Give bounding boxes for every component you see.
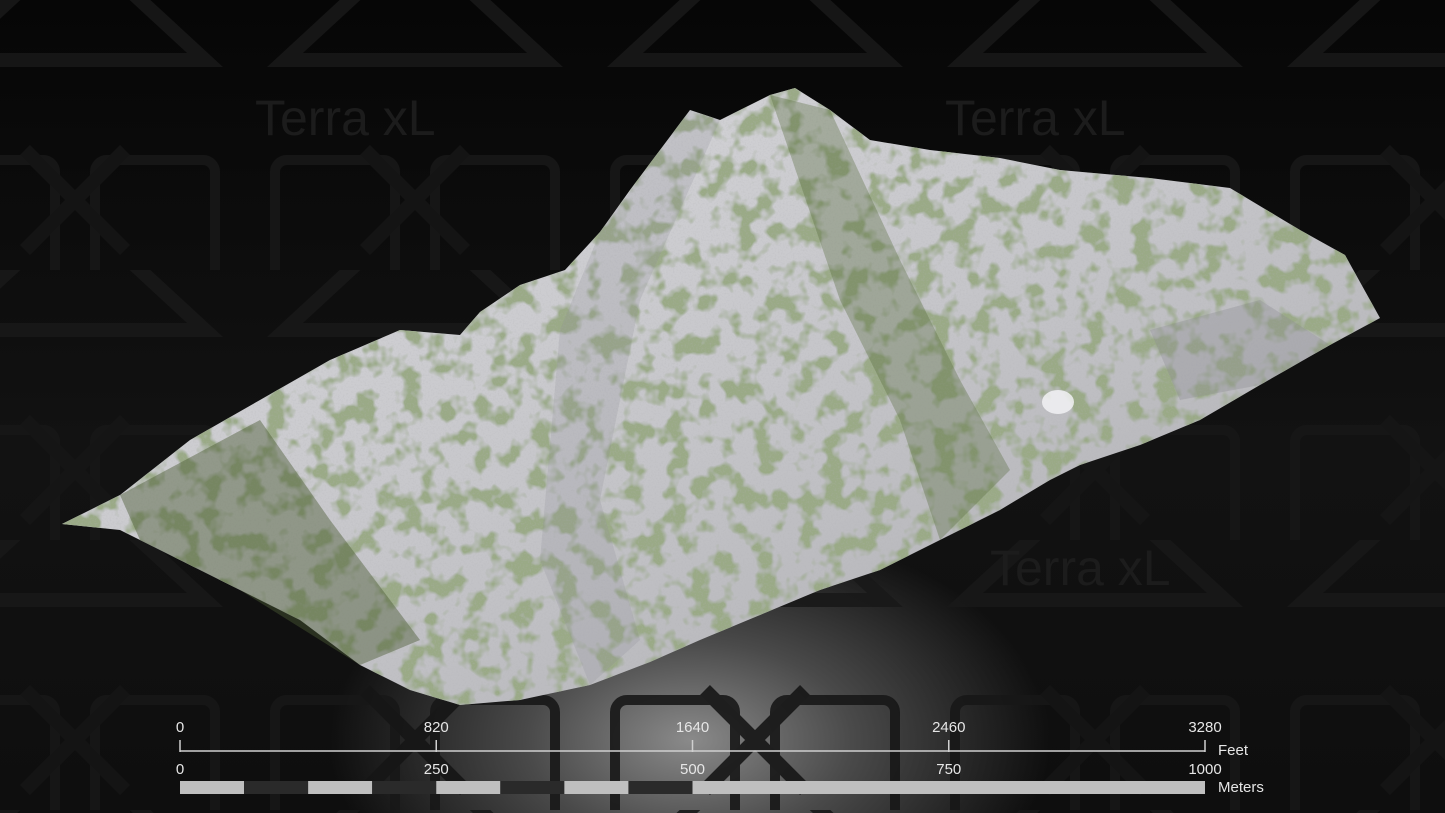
meters-scale-segment <box>244 781 309 794</box>
feet-unit-label: Feet <box>1218 742 1249 759</box>
meters-unit-label: Meters <box>1218 779 1264 796</box>
meters-scale-segment <box>436 781 501 794</box>
meters-scale-segment <box>564 781 629 794</box>
feet-tick-label: 820 <box>424 719 449 736</box>
meters-tick-label: 500 <box>680 761 705 778</box>
feet-scale: 0 820 1640 2460 3280 <box>176 719 1222 752</box>
scale-bar: 0 820 1640 2460 3280 Feet 0 250 500 750 1000 Met… <box>176 719 1264 796</box>
meters-scale: 0 250 500 750 1000 <box>176 761 1222 794</box>
meters-tick-label: 250 <box>424 761 449 778</box>
meters-tick-label: 1000 <box>1188 761 1221 778</box>
meters-scale-segment <box>180 781 245 794</box>
feet-tick-label: 3280 <box>1188 719 1221 736</box>
meters-scale-segment <box>308 781 373 794</box>
meters-scale-segment <box>372 781 437 794</box>
meters-tick-label: 0 <box>176 761 184 778</box>
meters-scale-segment <box>500 781 565 794</box>
meters-scale-segment <box>692 781 1205 794</box>
feet-tick-label: 1640 <box>676 719 709 736</box>
map-viewport: Terra xL Terra xL Terra xL 0 820 1640 24… <box>0 0 1445 813</box>
meters-scale-segment <box>628 781 693 794</box>
feet-tick-label: 0 <box>176 719 184 736</box>
meters-tick-label: 750 <box>936 761 961 778</box>
feet-tick-label: 2460 <box>932 719 965 736</box>
